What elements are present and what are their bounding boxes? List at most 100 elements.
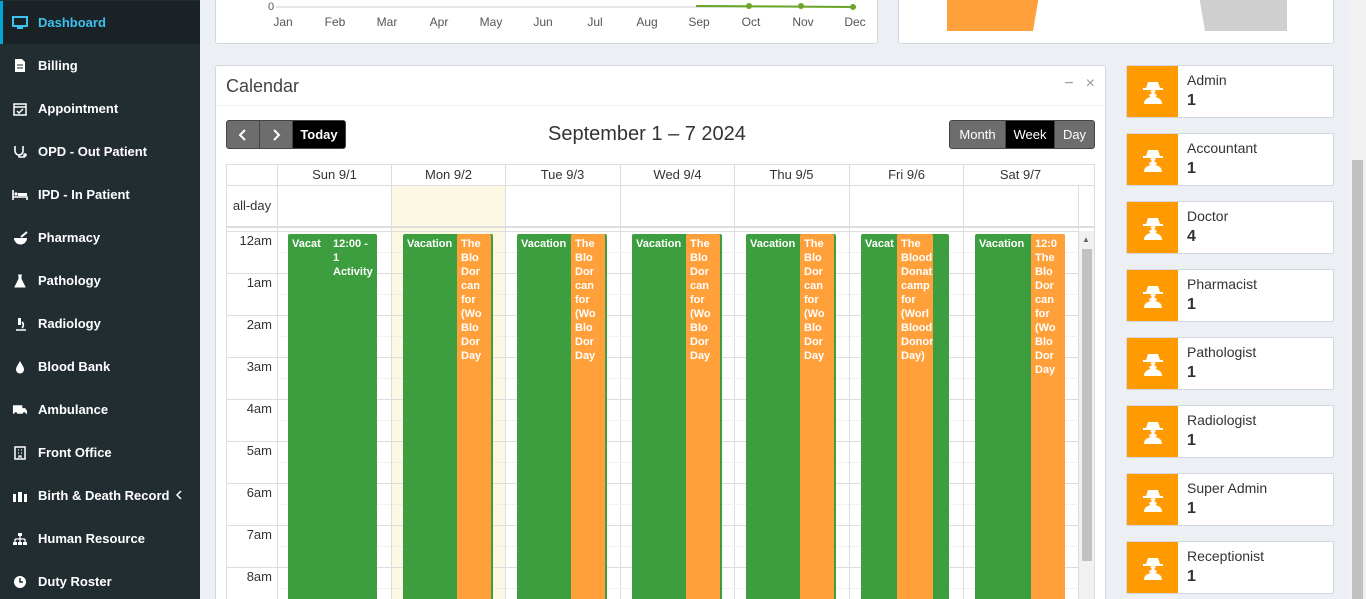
minimize-icon[interactable]: − <box>1064 75 1073 93</box>
staff-card[interactable]: Receptionist 1 <box>1126 541 1334 594</box>
staff-card[interactable]: Doctor 4 <box>1126 201 1334 254</box>
file-icon <box>12 58 28 74</box>
event-text: can <box>461 280 480 292</box>
prev-button[interactable] <box>226 120 260 149</box>
hour-label: 3am <box>246 359 272 374</box>
sitemap-icon <box>12 531 28 547</box>
staff-role: Doctor <box>1187 208 1229 224</box>
staff-card[interactable]: Pharmacist 1 <box>1126 269 1334 322</box>
day-header[interactable]: Wed 9/4 <box>620 165 734 185</box>
event-text: can <box>690 280 709 292</box>
sidebar-item-radiology[interactable]: Radiology <box>0 302 200 345</box>
y-tick-label: 0 <box>268 1 274 13</box>
page-scrollbar[interactable] <box>1350 0 1366 599</box>
income-chart-panel: 0 Jan Feb Mar Apr May Jun Jul Aug Sep Oct Nov Dec <box>215 0 878 44</box>
event-text: Blo <box>461 322 479 334</box>
staff-card[interactable]: Super Admin 1 <box>1126 473 1334 526</box>
chevron-left-icon <box>238 128 246 141</box>
event-text: Blo <box>461 252 479 264</box>
sidebar-item-appointment[interactable]: Appointment <box>0 87 200 130</box>
event-text: Day) <box>901 350 925 362</box>
calendar-title: Calendar <box>226 76 300 96</box>
event-text: for <box>901 294 916 306</box>
event-text: for <box>461 294 476 306</box>
day-header[interactable]: Fri 9/6 <box>849 165 963 185</box>
event-text: Blood <box>901 322 933 334</box>
sidebar-item-birth-death[interactable]: Birth & Death Record <box>0 474 200 517</box>
event-blood-donation[interactable]: The Blo Dor can for (Wo Blo Dor Day <box>800 234 834 599</box>
sidebar-item-dashboard[interactable]: Dashboard <box>0 1 200 44</box>
day-header[interactable]: Sat 9/7 <box>963 165 1077 185</box>
sidebar-item-pathology[interactable]: Pathology <box>0 259 200 302</box>
event-blood-donation[interactable]: The Blood Donat camp for (Worl Blood Donor Day) <box>897 234 933 599</box>
sidebar-item-duty-roster[interactable]: Duty Roster <box>0 560 200 599</box>
staff-card[interactable]: Accountant 1 <box>1126 133 1334 186</box>
page-scroll-thumb[interactable] <box>1352 160 1363 599</box>
sidebar-item-blood-bank[interactable]: Blood Bank <box>0 345 200 388</box>
sidebar-item-opd[interactable]: OPD - Out Patient <box>0 130 200 173</box>
event-text: Dor <box>690 266 709 278</box>
day-header[interactable]: Tue 9/3 <box>505 165 619 185</box>
staff-count: 4 <box>1187 228 1196 245</box>
month-view-button[interactable]: Month <box>949 120 1006 149</box>
close-icon[interactable]: × <box>1086 75 1095 93</box>
sidebar-item-pharmacy[interactable]: Pharmacy <box>0 216 200 259</box>
event-text: Blo <box>804 252 822 264</box>
bed-icon <box>12 187 28 203</box>
month-tick-label: Jul <box>587 15 602 29</box>
tint-icon <box>12 359 28 375</box>
staff-card[interactable]: Admin 1 <box>1126 65 1334 118</box>
sidebar: Dashboard Billing Appointment OPD - Out … <box>0 0 200 599</box>
event-text: Dor <box>804 336 823 348</box>
today-button[interactable]: Today <box>292 120 346 149</box>
event-blood-donation[interactable]: The Blo Dor can for (Wo Blo Dor Day <box>457 234 491 599</box>
sidebar-item-ambulance[interactable]: Ambulance <box>0 388 200 431</box>
month-tick-label: Apr <box>430 15 449 29</box>
event-text: Dor <box>1035 280 1054 292</box>
user-secret-icon <box>1127 542 1178 593</box>
day-header[interactable]: Thu 9/5 <box>734 165 848 185</box>
sidebar-item-human-resource[interactable]: Human Resource <box>0 517 200 560</box>
next-button[interactable] <box>259 120 293 149</box>
month-tick-label: Mar <box>377 15 398 29</box>
week-view-button[interactable]: Week <box>1005 120 1055 149</box>
event-text: camp <box>901 280 930 292</box>
sidebar-item-ipd[interactable]: IPD - In Patient <box>0 173 200 216</box>
event-blood-donation[interactable]: The Blo Dor can for (Wo Blo Dor Day <box>571 234 605 599</box>
event-text: Dor <box>575 266 594 278</box>
staff-card[interactable]: Pathologist 1 <box>1126 337 1334 390</box>
event-text: Dor <box>690 336 709 348</box>
sidebar-item-label: Birth & Death Record <box>38 488 170 503</box>
staff-card[interactable]: Radiologist 1 <box>1126 405 1334 458</box>
sidebar-item-label: Ambulance <box>38 402 109 417</box>
day-view-button[interactable]: Day <box>1054 120 1095 149</box>
hour-label: 4am <box>246 401 272 416</box>
event-text: The <box>461 238 481 250</box>
event-blood-donation[interactable]: The Blo Dor can for (Wo Blo Dor Day <box>686 234 720 599</box>
building-icon <box>12 445 28 461</box>
event-text: (Wo <box>575 308 596 320</box>
day-header[interactable]: Mon 9/2 <box>391 165 505 185</box>
month-tick-label: Aug <box>636 15 657 29</box>
event-text: Dor <box>1035 350 1054 362</box>
event-text: Blo <box>690 322 708 334</box>
event-text: Blo <box>575 322 593 334</box>
event-text: (Wo <box>1035 322 1056 334</box>
event-text: for <box>690 294 705 306</box>
sidebar-item-label: OPD - Out Patient <box>38 144 148 159</box>
sidebar-item-front-office[interactable]: Front Office <box>0 431 200 474</box>
staff-role: Radiologist <box>1187 412 1257 428</box>
scroll-thumb[interactable] <box>1082 249 1092 561</box>
sidebar-item-billing[interactable]: Billing <box>0 44 200 87</box>
staff-count: 1 <box>1187 500 1196 517</box>
event-text: Blood <box>901 252 933 264</box>
event-text: can <box>1035 294 1054 306</box>
calendar-scrollbar[interactable]: ▲ <box>1079 231 1094 599</box>
event-blood-donation[interactable]: 12:0 The Blo Dor can for (Wo Blo Dor Day <box>1031 234 1065 599</box>
day-header[interactable]: Sun 9/1 <box>277 165 391 185</box>
event-activity[interactable]: 12:00 - 1 Activity <box>329 234 377 599</box>
sidebar-item-label: Radiology <box>38 316 101 331</box>
staff-count: 1 <box>1187 432 1196 449</box>
staff-role: Pathologist <box>1187 344 1257 360</box>
sidebar-item-label: Human Resource <box>38 531 145 546</box>
